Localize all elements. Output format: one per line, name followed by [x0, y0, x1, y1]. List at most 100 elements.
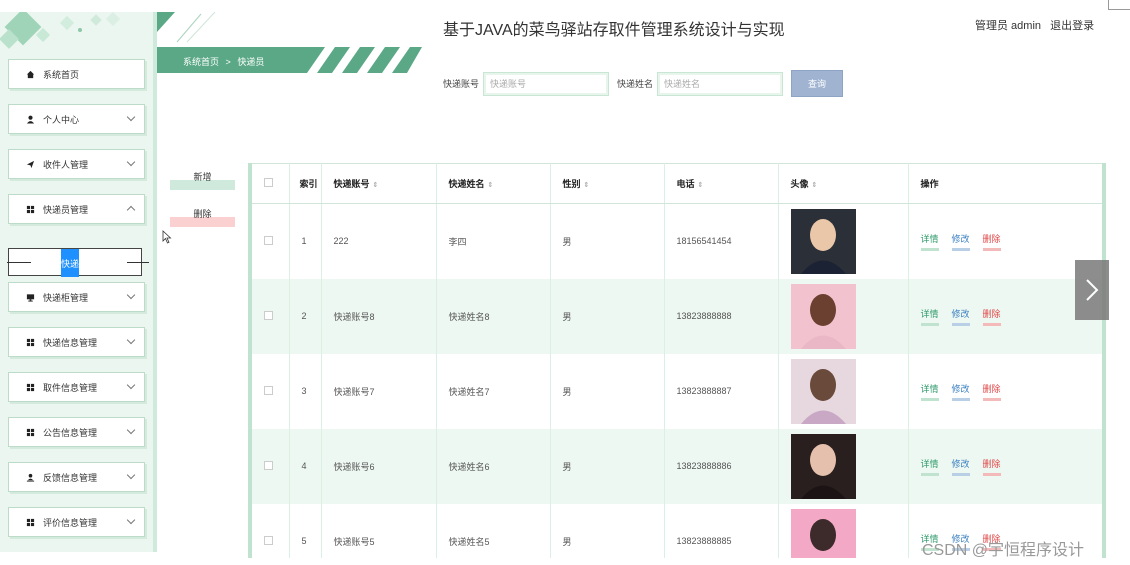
sidebar-item[interactable]: 取件信息管理	[8, 372, 145, 402]
row-checkbox[interactable]	[264, 460, 273, 470]
select-all-checkbox[interactable]	[264, 178, 273, 187]
detail-link[interactable]: 详情	[920, 382, 939, 401]
sidebar-item-label: 快递柜管理	[43, 292, 89, 303]
delete-link[interactable]: 删除	[982, 307, 1001, 326]
sidebar-item[interactable]: 个人中心	[8, 104, 145, 134]
table-row[interactable]: 4 快递账号6 快递姓名6 男 13823888886 详情 修改 删除	[252, 428, 1103, 504]
row-checkbox[interactable]	[264, 385, 273, 395]
table-row[interactable]: 3 快递账号7 快递姓名7 男 13823888887 详情 修改 删除	[252, 353, 1103, 429]
cell-name: 快递姓名7	[436, 353, 551, 429]
cell-name: 李四	[436, 203, 551, 279]
chevron-down-icon	[126, 335, 136, 345]
sidebar-item[interactable]: 收件人管理	[8, 149, 145, 179]
row-actions: 详情 修改 删除	[920, 232, 1103, 251]
sidebar-decoration	[0, 12, 121, 49]
account-input[interactable]	[483, 71, 610, 96]
detail-link[interactable]: 详情	[920, 457, 939, 476]
avatar[interactable]	[790, 283, 856, 349]
chevron-up-icon	[126, 205, 136, 215]
sidebar-item-label: 公告信息管理	[43, 427, 98, 438]
edit-link[interactable]: 修改	[951, 382, 970, 401]
row-select[interactable]	[252, 203, 290, 279]
row-select[interactable]	[252, 353, 290, 429]
name-input[interactable]	[657, 71, 784, 96]
sidebar-item-label: 个人中心	[43, 114, 80, 125]
cell-name: 快递姓名6	[436, 428, 551, 504]
chevron-down-icon	[126, 157, 136, 167]
row-select[interactable]	[252, 278, 290, 354]
page-title: 基于JAVA的菜鸟驿站存取件管理系统设计与实现	[443, 22, 785, 39]
avatar[interactable]	[790, 358, 856, 424]
cell-name: 快递姓名5	[436, 503, 551, 558]
cell-index: 3	[289, 353, 322, 429]
grid-icon	[25, 204, 35, 214]
breadcrumb-home[interactable]: 系统首页	[183, 57, 219, 67]
selection-line-left	[7, 262, 31, 263]
next-slide-button[interactable]	[1075, 260, 1109, 320]
detail-link[interactable]: 详情	[920, 232, 939, 251]
row-actions: 详情 修改 删除	[920, 457, 1103, 476]
chevron-right-icon	[1086, 279, 1099, 301]
logout-link[interactable]: 退出登录	[1050, 20, 1094, 32]
row-checkbox[interactable]	[264, 310, 273, 320]
header-gender[interactable]: 性别 ⇕	[550, 163, 665, 204]
avatar[interactable]	[790, 208, 856, 274]
app-root: 系统首页个人中心收件人管理快递员管理快递柜管理快递信息管理 取件信息管理公告信息管…	[0, 0, 1130, 565]
cell-avatar	[778, 203, 909, 279]
breadcrumb-separator: >	[225, 57, 231, 67]
sidebar-item[interactable]: 快递信息管理	[8, 327, 145, 357]
cell-ops: 详情 修改 删除	[908, 428, 1103, 504]
avatar[interactable]	[790, 508, 856, 559]
sidebar-item[interactable]: 公告信息管理	[8, 417, 145, 447]
sidebar-item[interactable]: 系统首页	[8, 59, 145, 89]
row-checkbox[interactable]	[264, 535, 273, 545]
cell-account: 快递账号8	[321, 278, 437, 354]
sort-icon: ⇕	[811, 182, 818, 189]
edit-link[interactable]: 修改	[951, 232, 970, 251]
table-row[interactable]: 1 222 李四男 18156541454 详情 修改 删除	[252, 203, 1103, 279]
search-bar: 快递账号 快递姓名 查询	[443, 70, 844, 97]
header-name[interactable]: 快递姓名 ⇕	[436, 163, 551, 204]
cell-account: 快递账号6	[321, 428, 437, 504]
row-checkbox[interactable]	[264, 235, 273, 245]
avatar[interactable]	[790, 433, 856, 499]
sidebar-item[interactable]: 评价信息管理	[8, 507, 145, 537]
header-avatar[interactable]: 头像 ⇕	[778, 163, 909, 204]
detail-link[interactable]: 详情	[920, 307, 939, 326]
edit-link[interactable]: 修改	[951, 457, 970, 476]
add-button[interactable]: 新增	[170, 170, 235, 190]
watermark: CSDN @宇恒程序设计	[922, 542, 1085, 559]
cell-avatar	[778, 278, 909, 354]
sidebar-item[interactable]: 反馈信息管理	[8, 462, 145, 492]
cell-phone: 18156541454	[664, 203, 779, 279]
header-stripe-decoration	[157, 12, 216, 43]
sidebar-item[interactable]: 快递员管理	[8, 194, 145, 224]
cell-name: 快递姓名8	[436, 278, 551, 354]
table-row[interactable]: 2 快递账号8 快递姓名8 男 13823888888 详情 修改 删除	[252, 278, 1102, 354]
header-phone-label: 电话	[676, 179, 695, 189]
header-select-all[interactable]	[252, 163, 290, 204]
delete-link[interactable]: 删除	[982, 232, 1001, 251]
cell-account: 222	[321, 203, 437, 279]
search-button[interactable]: 查询	[791, 70, 844, 97]
row-select[interactable]	[252, 428, 290, 504]
courier-table: 索引 快递账号 ⇕ 快递姓名 ⇕ 性别 ⇕ 电话 ⇕ 头像 ⇕ 操作 1 222 李四男 181…	[252, 163, 1103, 559]
cell-gender: 男	[550, 278, 665, 354]
header-phone[interactable]: 电话 ⇕	[664, 163, 779, 204]
header-account[interactable]: 快递账号 ⇕	[321, 163, 437, 204]
row-select[interactable]	[252, 503, 290, 558]
delete-link[interactable]: 删除	[982, 382, 1001, 401]
delete-link[interactable]: 删除	[982, 457, 1001, 476]
sidebar-item-label: 评价信息管理	[43, 517, 98, 528]
delete-button[interactable]: 删除	[170, 207, 235, 227]
sidebar-item[interactable]: 快递柜管理	[8, 282, 145, 312]
cell-avatar	[778, 428, 909, 504]
row-actions: 详情 修改 删除	[920, 382, 1103, 401]
account-label: 快递账号	[443, 79, 480, 89]
chevron-down-icon	[126, 290, 136, 300]
header-account-label: 快递账号	[333, 179, 370, 189]
sidebar-sub-item-courier[interactable]: 快递员	[7, 248, 149, 277]
cell-ops: 详情 修改 删除	[908, 353, 1103, 429]
sidebar-sub-item-label: 快递员	[61, 259, 89, 269]
edit-link[interactable]: 修改	[951, 307, 970, 326]
